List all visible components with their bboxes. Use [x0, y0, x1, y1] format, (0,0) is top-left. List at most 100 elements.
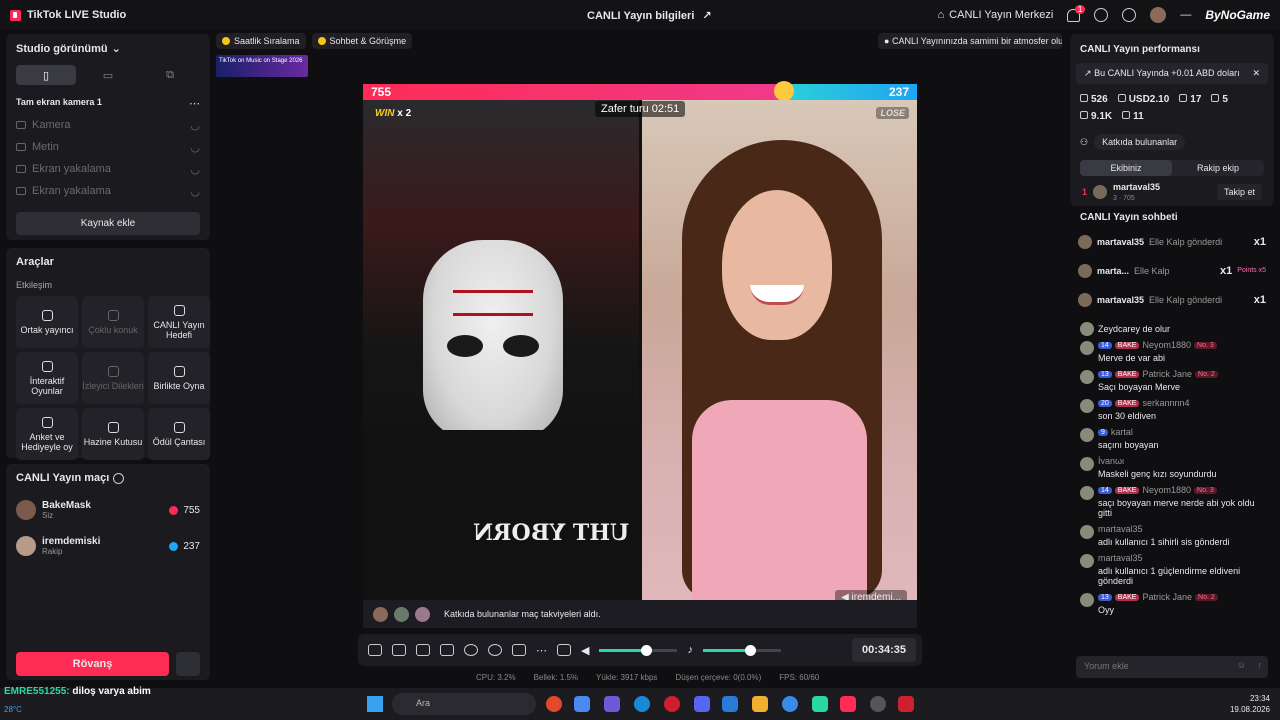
follow-button[interactable]: Takip et — [1216, 184, 1262, 200]
tip-banner[interactable]: ● CANLI Yayınınızda samimi bir atmosfer … — [878, 33, 1062, 49]
mic-knob[interactable] — [744, 644, 756, 656]
avatar[interactable] — [1080, 428, 1094, 442]
clock[interactable]: 23:34 19.08.2026 — [1230, 693, 1270, 715]
avatar[interactable] — [1080, 486, 1094, 500]
exit-match-button[interactable] — [176, 652, 200, 676]
source-row[interactable]: Metin ◡ — [16, 136, 200, 158]
split-mode-button[interactable]: ⧉ — [140, 65, 200, 85]
close-icon[interactable]: ✕ — [1252, 68, 1260, 79]
weather-widget[interactable]: 28°C — [4, 705, 22, 714]
tool-button[interactable]: Hazine Kutusu — [82, 408, 144, 460]
record-icon[interactable] — [464, 644, 478, 656]
rematch-button[interactable]: Rövanş — [16, 652, 169, 676]
more-icon[interactable]: ⋯ — [189, 97, 200, 110]
eye-icon[interactable]: ◡ — [190, 163, 200, 176]
tool-button[interactable]: Ödül Çantası — [148, 408, 210, 460]
avatar[interactable] — [1080, 370, 1094, 384]
chat-message[interactable]: 13 BAKE Patrick Jane No. 2 Oyy — [1070, 589, 1274, 618]
opera-icon[interactable] — [664, 696, 680, 712]
avatar[interactable] — [1080, 399, 1094, 413]
more-icon[interactable]: ⋯ — [536, 644, 547, 657]
chat-message[interactable]: 14 BAKE Neyom1880 No. 3 saçı boyayan merve n… — [1070, 482, 1274, 521]
notification-bell-icon[interactable]: 1 — [1067, 4, 1086, 22]
chat-message[interactable]: 13 BAKE Patrick Jane No. 2 Saçı boyayan Merv… — [1070, 366, 1274, 395]
player-row-self[interactable]: BakeMask Siz 755 — [16, 492, 200, 528]
tool-button[interactable]: CANLI Yayın Hedefi — [148, 296, 210, 348]
discord-icon[interactable] — [694, 696, 710, 712]
tab-opponent-team[interactable]: Rakip ekip — [1172, 160, 1264, 176]
gift-row[interactable]: marta... Elle Kalp x1 Points x5 — [1070, 256, 1274, 285]
player-row-opponent[interactable]: iremdemiski Rakip 237 — [16, 528, 200, 564]
event-banner[interactable]: TikTok on Music on Stage 2026 — [216, 55, 308, 77]
live-center-button[interactable]: ⌂ CANLI Yayın Merkezi — [938, 9, 1054, 21]
avatar[interactable] — [1080, 457, 1094, 471]
chat-message[interactable]: Zeydcarey de olur — [1070, 318, 1274, 337]
app-icon[interactable] — [812, 696, 828, 712]
screen-add-icon[interactable] — [392, 644, 406, 656]
volume-icon[interactable]: ◀ — [581, 644, 589, 657]
avatar[interactable] — [373, 606, 388, 622]
teams-icon[interactable] — [604, 696, 620, 712]
video-icon[interactable] — [512, 644, 526, 656]
mail-icon[interactable] — [722, 696, 738, 712]
effects-icon[interactable] — [488, 644, 502, 656]
sliders-icon[interactable] — [557, 644, 571, 656]
edge-icon[interactable] — [634, 696, 650, 712]
avatar[interactable] — [394, 606, 409, 622]
chat-message[interactable]: martaval35 adlı kullanıcı 1 güçlendirme e… — [1070, 550, 1274, 589]
capture-icon[interactable] — [440, 644, 454, 656]
chat-meeting-chip[interactable]: Sohbet & Görüşme — [311, 33, 413, 49]
microphone-icon[interactable]: ♪ — [687, 644, 693, 656]
gift-row[interactable]: martaval35 Elle Kalp gönderdi x1 — [1070, 285, 1274, 314]
eye-icon[interactable]: ◡ — [190, 185, 200, 198]
scene-dropdown[interactable]: Tam ekran kamera 1 — [16, 97, 102, 110]
avatar[interactable] — [1080, 525, 1094, 539]
chat-message[interactable]: 14 BAKE Neyom1880 No. 3 Merve de var abi — [1070, 337, 1274, 366]
source-row[interactable]: Ekran yakalama ◡ — [16, 180, 200, 202]
camera-switch-icon[interactable] — [416, 644, 430, 656]
chat-message[interactable]: İvanωι Maskeli genç kızı soyundurdu — [1070, 453, 1274, 482]
avatar[interactable] — [1078, 234, 1092, 249]
chat-message[interactable]: 20 BAKE serkannnn4 son 30 eldiven — [1070, 395, 1274, 424]
app-icon[interactable] — [870, 696, 886, 712]
portrait-mode-button[interactable]: ▯ — [16, 65, 76, 85]
gear-icon[interactable] — [1122, 8, 1137, 22]
contributors-button[interactable]: Katkıda bulunanlar — [1094, 134, 1186, 150]
avatar[interactable] — [1093, 185, 1108, 199]
eye-icon[interactable]: ◡ — [190, 141, 200, 154]
store-icon[interactable] — [574, 696, 590, 712]
chat-message[interactable]: martaval35 adlı kullanıcı 1 sihirli sis g… — [1070, 521, 1274, 550]
help-icon[interactable] — [113, 472, 125, 484]
emoji-icon[interactable]: ☺ — [1237, 660, 1246, 670]
tab-your-team[interactable]: Ekibiniz — [1080, 160, 1172, 176]
tool-button[interactable]: İnteraktif Oyunlar — [16, 352, 78, 404]
send-icon[interactable]: ↑ — [1258, 660, 1263, 670]
chrome-active-icon[interactable] — [782, 696, 798, 712]
volume-slider[interactable] — [599, 644, 678, 656]
folder-icon[interactable] — [752, 696, 768, 712]
tool-button[interactable]: Anket ve Hediyeyle oy — [16, 408, 78, 460]
youtube-icon[interactable] — [898, 696, 914, 712]
avatar[interactable] — [1080, 593, 1094, 607]
chrome-icon[interactable] — [546, 696, 562, 712]
taskbar-search[interactable]: Ara — [392, 693, 536, 715]
tiktok-icon[interactable] — [840, 696, 856, 712]
help-icon[interactable] — [1094, 8, 1109, 22]
opponent-tag[interactable]: ◀ iremdemi... — [835, 590, 907, 600]
avatar[interactable] — [1078, 263, 1092, 278]
live-info-button[interactable]: CANLI Yayın bilgileri ↗ — [587, 9, 712, 23]
magic-wand-icon[interactable] — [368, 644, 382, 656]
chat-message[interactable]: 9 kartal saçını boyayan — [1070, 424, 1274, 453]
volume-knob[interactable] — [641, 644, 653, 656]
avatar[interactable] — [1080, 322, 1094, 336]
eye-icon[interactable]: ◡ — [190, 119, 200, 132]
windows-start-icon[interactable] — [367, 696, 383, 712]
add-source-button[interactable]: Kaynak ekle — [16, 212, 200, 235]
tool-button[interactable]: Birlikte Oyna — [148, 352, 210, 404]
hourly-ranking-chip[interactable]: Saatlik Sıralama — [216, 33, 306, 49]
source-row[interactable]: Ekran yakalama ◡ — [16, 158, 200, 180]
comment-input[interactable]: Yorum ekle ☺ ↑ — [1076, 656, 1268, 678]
tool-button[interactable]: Ortak yayıncı — [16, 296, 78, 348]
mic-slider[interactable] — [702, 644, 781, 656]
gift-row[interactable]: martaval35 Elle Kalp gönderdi x1 — [1070, 227, 1274, 256]
